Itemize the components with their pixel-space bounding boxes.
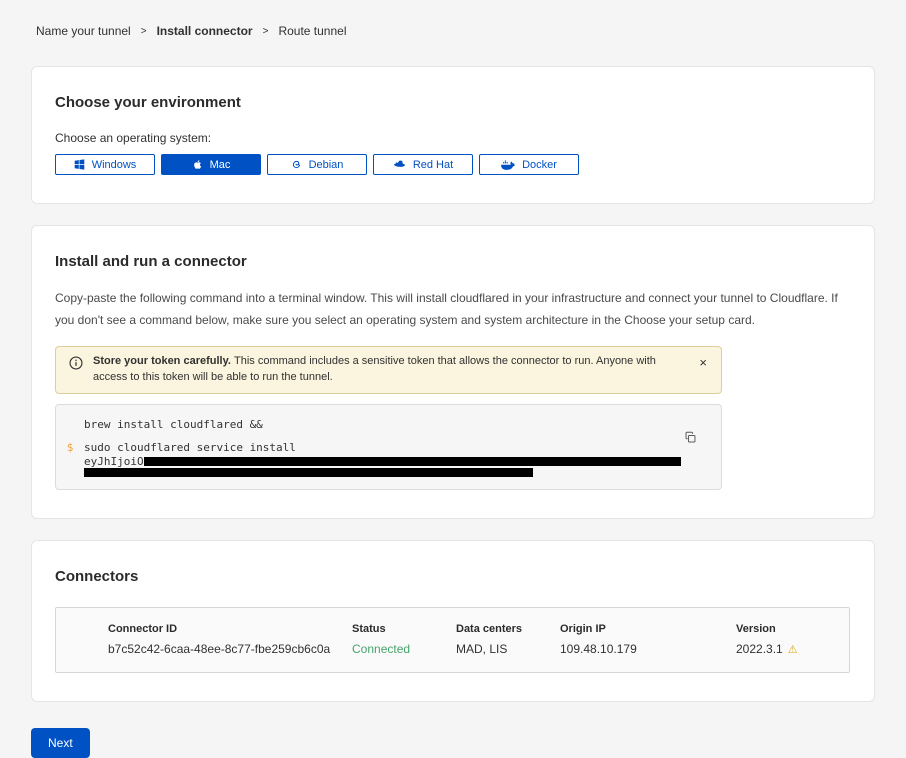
column-header-connector-id: Connector ID [108,623,352,635]
token-warning-banner: Store your token carefully. This command… [55,346,722,394]
breadcrumb-step-name-tunnel[interactable]: Name your tunnel [36,24,131,38]
install-description: Copy-paste the following command into a … [55,287,850,331]
origin-ip-value: 109.48.10.179 [560,642,736,656]
connectors-card-title: Connectors [55,568,850,585]
token-warning-text: Store your token carefully. This command… [93,354,679,386]
install-card: Install and run a connector Copy-paste t… [31,225,875,519]
status-badge: Connected [352,642,456,656]
copy-icon[interactable] [682,429,699,449]
os-button-label: Red Hat [413,159,453,171]
close-icon[interactable]: × [695,354,711,371]
os-button-label: Debian [309,159,344,171]
column-header-version: Version [736,623,849,635]
command-line-2: sudo cloudflared service install [84,441,681,454]
connectors-card: Connectors Connector ID Status Data cent… [31,540,875,702]
info-icon [69,356,83,376]
environment-card-title: Choose your environment [55,94,850,111]
column-header-origin-ip: Origin IP [560,623,736,635]
next-button[interactable]: Next [31,728,90,758]
os-button-label: Mac [210,159,231,171]
os-button-debian[interactable]: Debian [267,154,367,175]
connectors-table-header: Connector ID Status Data centers Origin … [56,608,849,635]
environment-card: Choose your environment Choose an operat… [31,66,875,204]
redhat-icon [393,159,406,170]
windows-icon [74,159,85,170]
column-header-data-centers: Data centers [456,623,560,635]
breadcrumb-step-route-tunnel[interactable]: Route tunnel [278,24,346,38]
os-button-label: Docker [522,159,557,171]
version-value: 2022.3.1 [736,642,783,656]
table-row: b7c52c42-6caa-48ee-8c77-fbe259cb6c0a Con… [56,635,849,672]
token-redaction-bar [144,457,681,466]
install-command-text: brew install cloudflared && sudo cloudfl… [84,418,681,477]
breadcrumb-separator: > [141,26,147,37]
os-button-label: Windows [92,159,137,171]
connector-id-value: b7c52c42-6caa-48ee-8c77-fbe259cb6c0a [108,642,352,656]
column-header-status: Status [352,623,456,635]
token-prefix: eyJhIjoiO [84,455,144,468]
os-button-redhat[interactable]: Red Hat [373,154,473,175]
token-redaction-bar [84,468,533,477]
os-button-row: Windows Mac Debian Red Hat Docker [55,154,850,175]
data-centers-value: MAD, LIS [456,642,560,656]
install-card-title: Install and run a connector [55,253,850,270]
os-select-label: Choose an operating system: [55,131,850,145]
token-line: eyJhIjoiO [84,456,681,467]
command-line-1: brew install cloudflared && [84,418,681,431]
terminal-prompt: $ [56,418,84,477]
token-warning-title: Store your token carefully. [93,355,234,367]
breadcrumb-separator: > [263,26,269,37]
os-button-docker[interactable]: Docker [479,154,579,175]
connectors-table: Connector ID Status Data centers Origin … [55,607,850,673]
debian-icon [291,159,302,170]
install-command-code-block: $ brew install cloudflared && sudo cloud… [55,404,722,490]
apple-icon [192,158,203,171]
breadcrumb-step-install-connector[interactable]: Install connector [157,24,253,38]
warning-triangle-icon: ⚠ [788,643,798,656]
os-button-windows[interactable]: Windows [55,154,155,175]
docker-icon [501,159,515,170]
os-button-mac[interactable]: Mac [161,154,261,175]
version-cell: 2022.3.1 ⚠ [736,642,849,656]
breadcrumb: Name your tunnel > Install connector > R… [0,0,906,38]
